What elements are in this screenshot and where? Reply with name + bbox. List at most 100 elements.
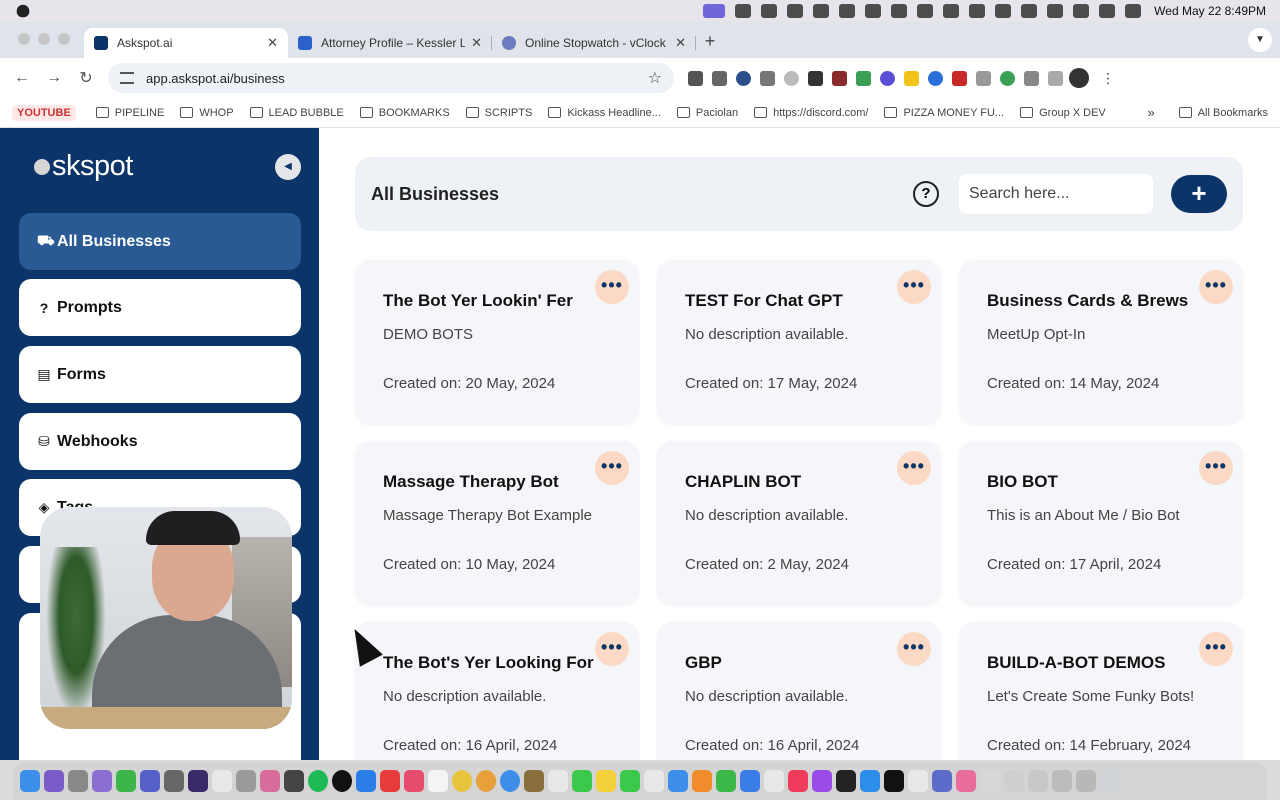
- siri-icon[interactable]: [44, 770, 64, 792]
- close-tab-icon[interactable]: ✕: [267, 35, 278, 51]
- extension-icon[interactable]: [832, 70, 847, 86]
- app-icon[interactable]: [644, 770, 664, 792]
- business-card[interactable]: Massage Therapy Bot Massage Therapy Bot …: [355, 441, 639, 605]
- record-icon[interactable]: [865, 4, 882, 18]
- bookmark-pizza-money[interactable]: PIZZA MONEY FU...: [884, 107, 1004, 119]
- layers-icon[interactable]: [917, 4, 934, 18]
- business-card[interactable]: BIO BOT This is an About Me / Bio Bot Cr…: [959, 441, 1243, 605]
- more-options-icon[interactable]: •••: [595, 632, 629, 666]
- add-business-button[interactable]: +: [1171, 175, 1227, 213]
- app-icon[interactable]: [956, 770, 976, 792]
- extension-icon[interactable]: [712, 70, 727, 86]
- reload-icon[interactable]: ↻: [70, 68, 102, 88]
- app-icon[interactable]: [1004, 770, 1024, 792]
- mail-icon[interactable]: [356, 770, 376, 792]
- bluetooth-icon[interactable]: [995, 4, 1012, 18]
- more-options-icon[interactable]: •••: [595, 270, 629, 304]
- more-options-icon[interactable]: •••: [595, 451, 629, 485]
- edit-extension-icon[interactable]: [856, 70, 871, 86]
- search-input[interactable]: [959, 174, 1153, 214]
- puzzle-extensions-icon[interactable]: [1024, 70, 1039, 86]
- back-arrow-icon[interactable]: ←: [6, 69, 38, 87]
- business-card[interactable]: CHAPLIN BOT No description available. Cr…: [657, 441, 941, 605]
- bookmark-group-x-dev[interactable]: Group X DEV: [1020, 107, 1106, 119]
- business-card[interactable]: The Bot Yer Lookin' Fer DEMO BOTS Create…: [355, 260, 639, 424]
- close-tab-icon[interactable]: ✕: [471, 35, 482, 51]
- bookmark-pipeline[interactable]: PIPELINE: [95, 107, 164, 119]
- close-window-button[interactable]: [18, 33, 30, 45]
- more-options-icon[interactable]: •••: [1199, 270, 1233, 304]
- app-icon[interactable]: [908, 770, 928, 792]
- trash-icon[interactable]: [1100, 770, 1120, 792]
- app-icon[interactable]: [764, 770, 784, 792]
- whatsapp-icon[interactable]: [116, 770, 136, 792]
- app-icon[interactable]: [1076, 770, 1096, 792]
- pdf-extension-icon[interactable]: [952, 70, 967, 86]
- people-icon[interactable]: [891, 4, 908, 18]
- zoom-window-button[interactable]: [58, 33, 70, 45]
- bookmark-kickass-headline[interactable]: Kickass Headline...: [548, 107, 661, 119]
- music-icon[interactable]: [788, 770, 808, 792]
- app-icon[interactable]: [140, 770, 160, 792]
- numbers-icon[interactable]: [716, 770, 736, 792]
- news-icon[interactable]: [548, 770, 568, 792]
- app-icon[interactable]: [188, 770, 208, 792]
- facebook-extension-icon[interactable]: [688, 70, 703, 86]
- podcasts-icon[interactable]: [812, 770, 832, 792]
- app-icon[interactable]: [260, 770, 280, 792]
- extension-icon[interactable]: [928, 70, 943, 86]
- app-icon[interactable]: [1028, 770, 1048, 792]
- slack-icon[interactable]: [839, 4, 856, 18]
- help-icon[interactable]: ?: [913, 181, 939, 207]
- evernote-icon[interactable]: [787, 4, 804, 18]
- app-icon[interactable]: [524, 770, 544, 792]
- app-icon[interactable]: [92, 770, 112, 792]
- more-options-icon[interactable]: •••: [897, 451, 931, 485]
- menubar-clock[interactable]: Wed May 22 8:49PM: [1154, 4, 1266, 18]
- screen-recording-icon[interactable]: [703, 4, 726, 18]
- chrome-icon[interactable]: [452, 770, 472, 792]
- tab-search-chevron-icon[interactable]: ▼: [1248, 28, 1272, 52]
- wifi-icon[interactable]: [1047, 4, 1064, 18]
- camera-icon[interactable]: [735, 4, 752, 18]
- app-icon[interactable]: [380, 770, 400, 792]
- messages-icon[interactable]: [572, 770, 592, 792]
- keynote-icon[interactable]: [740, 770, 760, 792]
- business-card[interactable]: Business Cards & Brews MeetUp Opt-In Cre…: [959, 260, 1243, 424]
- business-card[interactable]: GBP No description available. Created on…: [657, 622, 941, 760]
- pages-icon[interactable]: [692, 770, 712, 792]
- battery-icon[interactable]: [1021, 4, 1038, 18]
- capcut-icon[interactable]: [884, 770, 904, 792]
- app-icon[interactable]: [1052, 770, 1072, 792]
- apple-icon[interactable]: [16, 4, 30, 18]
- profile-avatar[interactable]: [1069, 68, 1089, 88]
- sidebar-item-webhooks[interactable]: ⛁ Webhooks: [19, 413, 301, 470]
- business-card[interactable]: The Bot's Yer Looking For No description…: [355, 622, 639, 760]
- tab-askspot[interactable]: Askspot.ai ✕: [84, 28, 288, 58]
- calendar-icon[interactable]: [428, 770, 448, 792]
- app-icon[interactable]: [932, 770, 952, 792]
- finder-icon[interactable]: [20, 770, 40, 792]
- tab-attorney-profile[interactable]: Attorney Profile – Kessler Law ✕: [288, 28, 492, 58]
- askspot-logo[interactable]: skspot: [34, 150, 133, 183]
- bookmark-whop[interactable]: WHOP: [180, 107, 234, 119]
- all-bookmarks[interactable]: All Bookmarks: [1178, 107, 1268, 119]
- bookmark-bookmarks[interactable]: BOOKMARKS: [359, 107, 450, 119]
- notes-icon[interactable]: [596, 770, 616, 792]
- siri-icon[interactable]: [1125, 4, 1142, 18]
- more-options-icon[interactable]: •••: [1199, 451, 1233, 485]
- chatgpt-icon[interactable]: [332, 770, 352, 792]
- new-tab-button[interactable]: +: [696, 31, 724, 58]
- site-settings-icon[interactable]: [120, 72, 134, 84]
- bookmark-paciolan[interactable]: Paciolan: [676, 107, 738, 119]
- more-options-icon[interactable]: •••: [897, 632, 931, 666]
- forward-arrow-icon[interactable]: →: [38, 69, 70, 87]
- extension-icon[interactable]: [1000, 70, 1015, 86]
- eye-extension-icon[interactable]: [736, 70, 751, 86]
- gear-icon[interactable]: [761, 4, 778, 18]
- business-card[interactable]: BUILD-A-BOT DEMOS Let's Create Some Funk…: [959, 622, 1243, 760]
- eyedropper-extension-icon[interactable]: [808, 70, 823, 86]
- spotify-icon[interactable]: [308, 770, 328, 792]
- safari-icon[interactable]: [500, 770, 520, 792]
- side-panel-icon[interactable]: [1048, 70, 1063, 86]
